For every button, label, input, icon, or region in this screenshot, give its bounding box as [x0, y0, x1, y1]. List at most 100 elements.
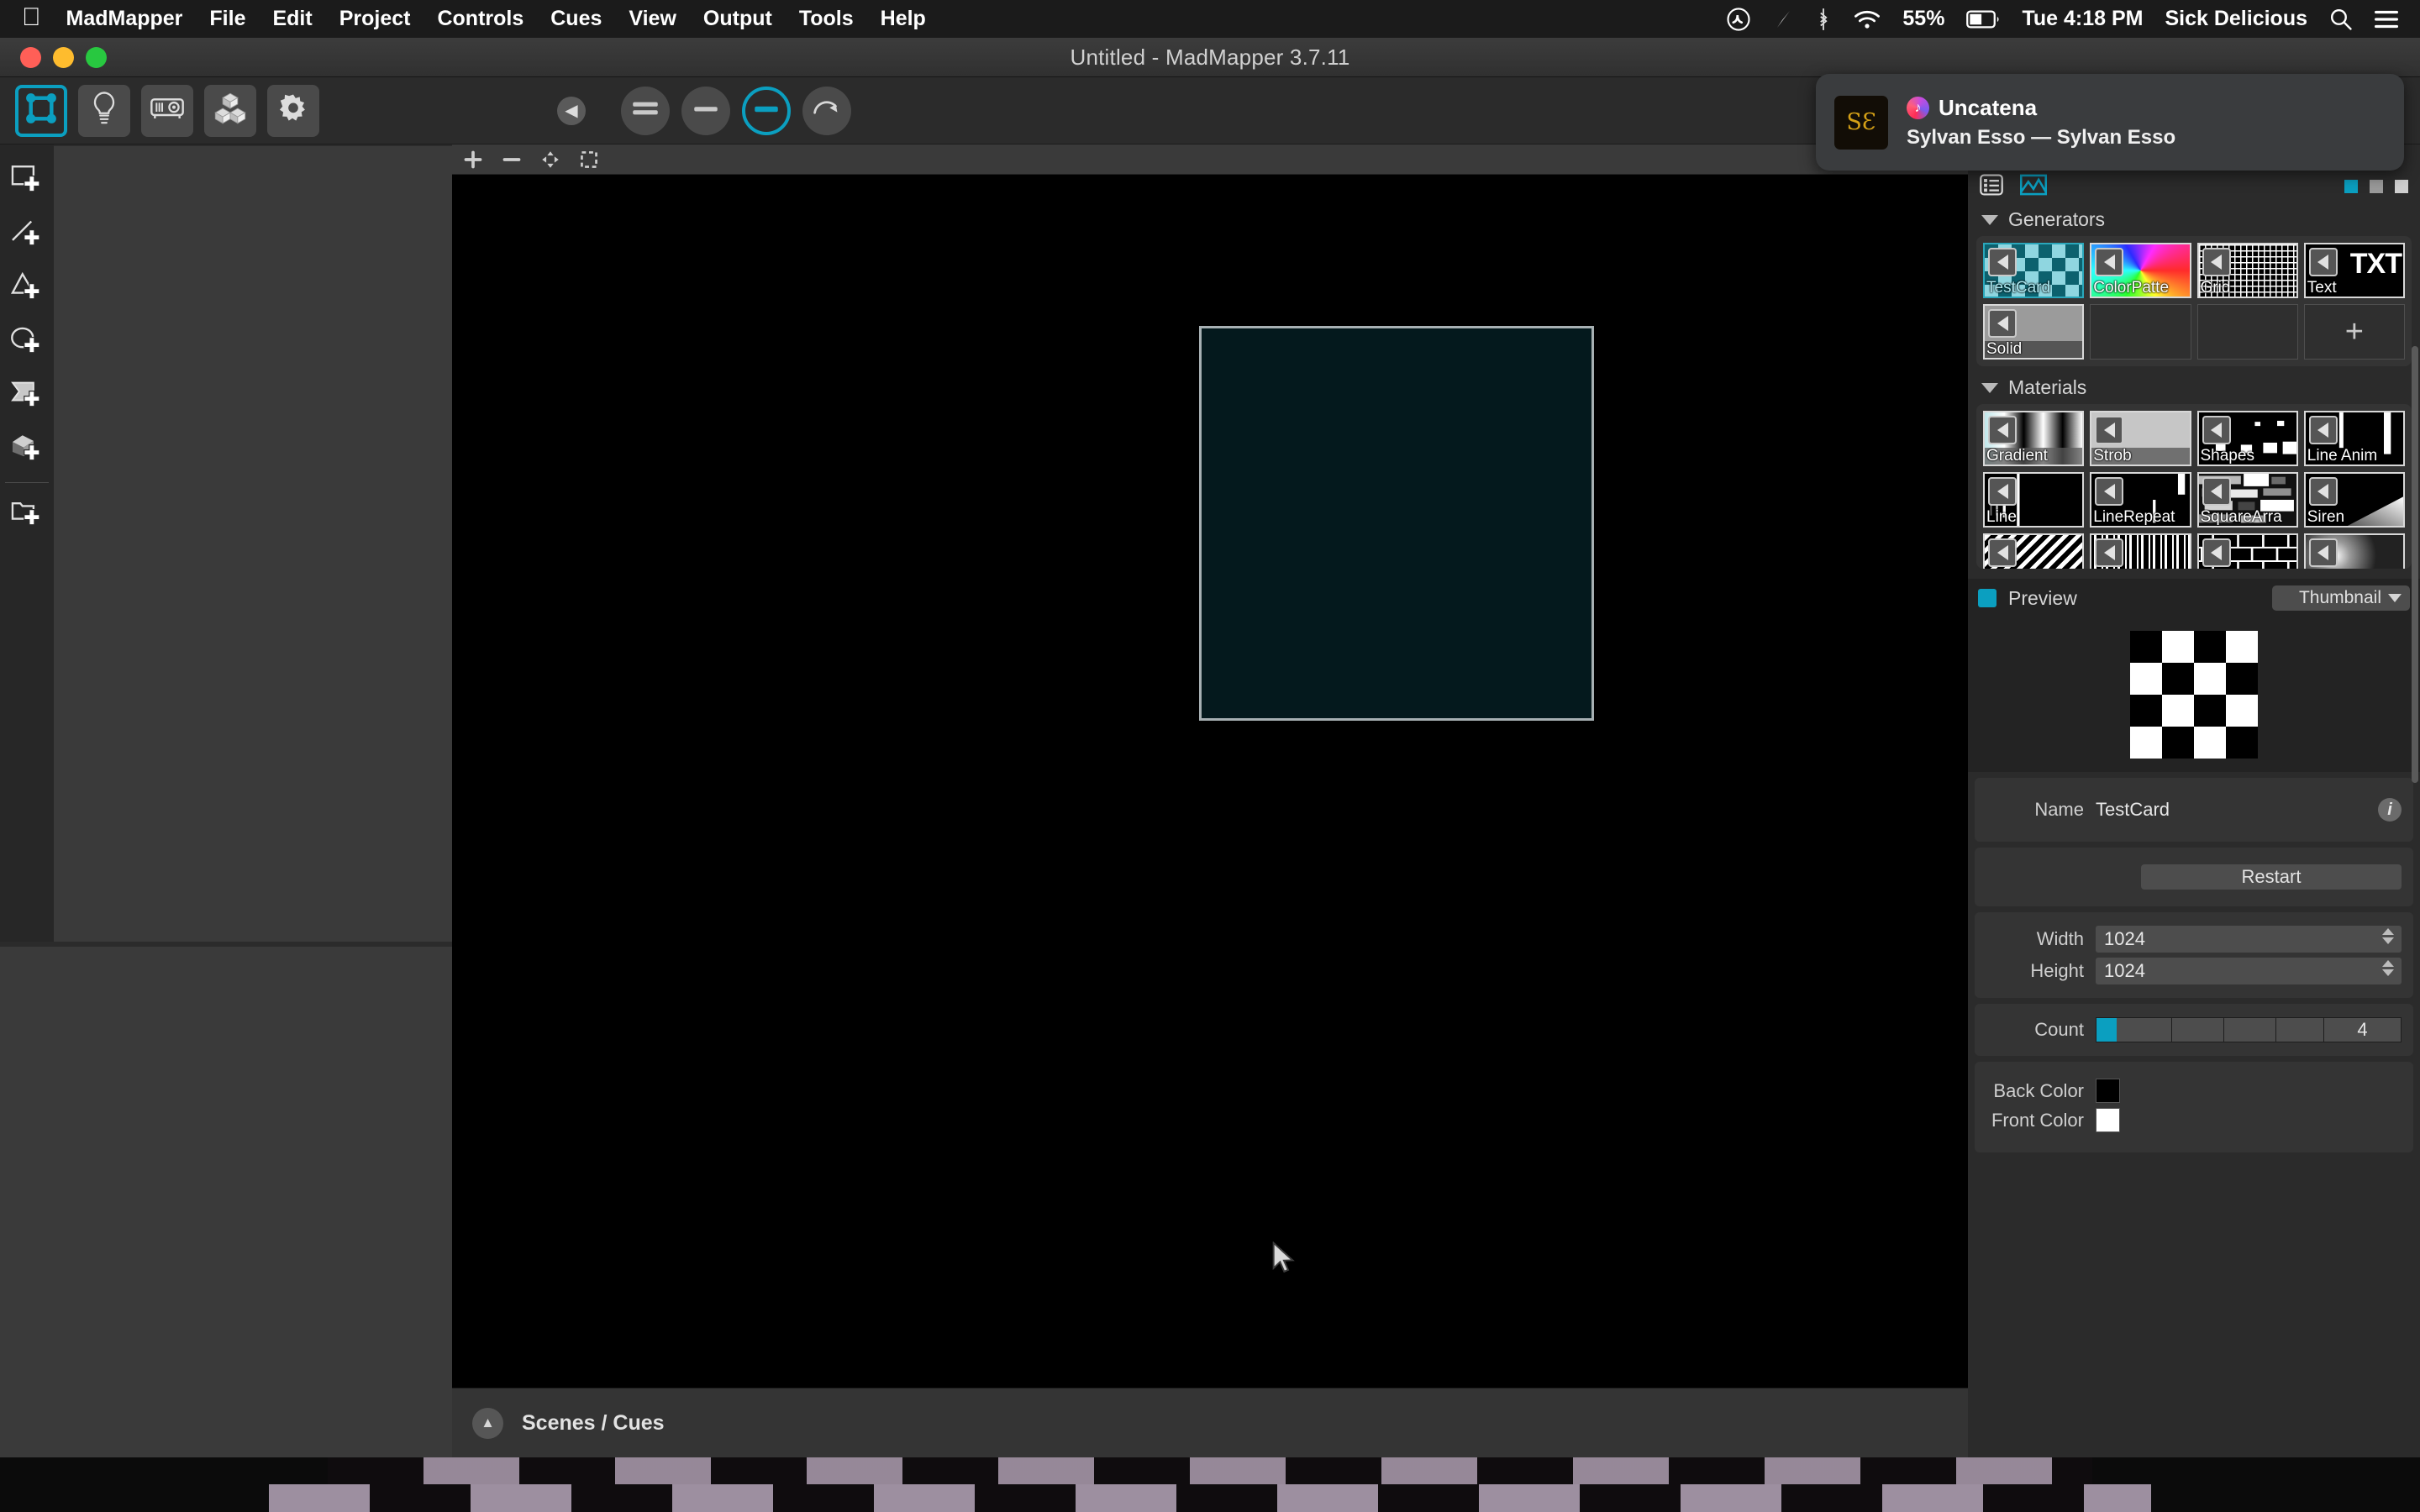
material-tile-barcode[interactable]: Bar Code — [2090, 533, 2191, 569]
menu-item-file[interactable]: File — [209, 7, 245, 31]
count-slider[interactable]: 4 — [2096, 1017, 2402, 1042]
height-stepper[interactable] — [2382, 960, 2394, 976]
front-color-swatch[interactable] — [2096, 1108, 2120, 1132]
generator-tile-grid[interactable]: Grid — [2196, 243, 2298, 298]
material-tile-bricks[interactable]: Bricks — [2196, 533, 2298, 569]
list-view-icon[interactable] — [1980, 173, 2003, 201]
media-library-icon[interactable] — [2019, 173, 2048, 201]
right-panel-scroll[interactable]: Generators TestCard ColorPatte Grid TXT … — [1968, 203, 2420, 1457]
preview-mode-dropdown[interactable]: Thumbnail — [2272, 585, 2410, 611]
add-quad-button[interactable] — [0, 155, 54, 208]
music-notification[interactable]: SƐ ♪ Uncatena Sylvan Esso — Sylvan Esso — [1816, 74, 2404, 171]
width-stepper[interactable] — [2382, 928, 2394, 944]
menu-item-help[interactable]: Help — [881, 7, 926, 31]
menu-item-cues[interactable]: Cues — [550, 7, 602, 31]
apple-logo-icon[interactable]:  — [22, 4, 41, 30]
single-view-button[interactable] — [681, 86, 730, 135]
back-color-swatch[interactable] — [2096, 1079, 2120, 1103]
restart-button[interactable]: Restart — [2141, 864, 2402, 890]
control-center-icon[interactable] — [2375, 9, 2398, 29]
generator-tile-text[interactable]: TXT Text — [2303, 243, 2405, 298]
refresh-button[interactable] — [802, 86, 851, 135]
menu-item-project[interactable]: Project — [339, 7, 411, 31]
menu-user-name[interactable]: Sick Delicious — [2165, 7, 2307, 31]
fit-to-view-button[interactable] — [539, 149, 561, 171]
play-icon[interactable] — [2202, 416, 2231, 444]
battery-icon[interactable] — [1966, 10, 2000, 29]
play-icon[interactable] — [2095, 416, 2124, 444]
lights-mode-button[interactable] — [78, 84, 130, 137]
play-icon[interactable] — [1988, 477, 2017, 506]
play-icon[interactable] — [1988, 538, 2017, 567]
play-icon[interactable] — [2308, 416, 2338, 444]
generators-header[interactable]: Generators — [1976, 203, 2412, 236]
play-icon[interactable] — [2202, 538, 2231, 567]
bluetooth-icon[interactable] — [1815, 7, 1832, 32]
name-value[interactable]: TestCard — [2096, 799, 2170, 821]
play-icon[interactable] — [1988, 416, 2017, 444]
materials-header[interactable]: Materials — [1976, 371, 2412, 404]
add-circle-button[interactable] — [0, 316, 54, 370]
generator-tile-empty[interactable] — [2196, 304, 2298, 360]
generator-tile-testcard[interactable]: TestCard — [1983, 243, 2085, 298]
chevron-left-icon[interactable]: ◀ — [557, 96, 586, 125]
output-view-button[interactable] — [742, 86, 791, 135]
add-mask-button[interactable] — [0, 370, 54, 423]
menu-clock[interactable]: Tue 4:18 PM — [2022, 7, 2143, 31]
play-icon[interactable] — [2095, 248, 2124, 276]
play-icon[interactable] — [1988, 248, 2017, 276]
material-tile-lineanim[interactable]: Line Anim — [2303, 411, 2405, 466]
material-tile-gradient[interactable]: Gradient — [1983, 411, 2085, 466]
menu-item-edit[interactable]: Edit — [272, 7, 312, 31]
scenes-cues-bar[interactable]: ▲ Scenes / Cues — [452, 1388, 1968, 1457]
search-icon[interactable] — [2329, 8, 2353, 31]
projectors-mode-button[interactable] — [141, 84, 193, 137]
generator-tile-solid[interactable]: Solid — [1983, 304, 2085, 360]
count-slider-track[interactable] — [2096, 1017, 2324, 1042]
zoom-out-button[interactable] — [501, 149, 523, 171]
add-triangle-button[interactable] — [0, 262, 54, 316]
preferences-button[interactable] — [267, 84, 319, 137]
material-tile-shapes[interactable]: Shapes — [2196, 411, 2298, 466]
generator-add-tile[interactable]: + — [2303, 304, 2405, 360]
location-arrow-icon[interactable] — [1773, 8, 1793, 30]
width-input[interactable]: 1024 — [2096, 926, 2402, 953]
material-tile-line[interactable]: Line — [1983, 472, 2085, 528]
height-input[interactable]: 1024 — [2096, 958, 2402, 984]
surface-quad[interactable] — [1199, 326, 1594, 721]
surfaces-mode-button[interactable] — [15, 84, 67, 137]
play-icon[interactable] — [1988, 309, 2017, 338]
add-line-button[interactable] — [0, 208, 54, 262]
add-group-button[interactable] — [0, 488, 54, 542]
menu-app-name[interactable]: MadMapper — [66, 7, 183, 31]
right-panel-scrollbar[interactable] — [2412, 346, 2418, 783]
info-icon[interactable]: i — [2378, 798, 2402, 822]
chevron-up-icon[interactable]: ▲ — [472, 1407, 503, 1439]
material-tile-dunes[interactable]: Dunes — [1983, 533, 2085, 569]
cloud-sync-icon[interactable] — [1726, 7, 1751, 32]
menu-item-view[interactable]: View — [629, 7, 676, 31]
generator-tile-empty[interactable] — [2090, 304, 2191, 360]
material-tile-siren[interactable]: Siren — [2303, 472, 2405, 528]
modules-mode-button[interactable] — [204, 84, 256, 137]
menu-item-output[interactable]: Output — [703, 7, 772, 31]
menu-item-tools[interactable]: Tools — [799, 7, 854, 31]
add-volume-button[interactable] — [0, 423, 54, 477]
play-icon[interactable] — [2095, 538, 2124, 567]
mapping-canvas[interactable] — [452, 175, 1968, 1388]
selection-box-button[interactable] — [578, 149, 600, 171]
menu-item-controls[interactable]: Controls — [437, 7, 523, 31]
material-tile-linerepeat[interactable]: LineRepeat — [2090, 472, 2191, 528]
generator-tile-colorpalette[interactable]: ColorPatte — [2090, 243, 2191, 298]
play-icon[interactable] — [2095, 477, 2124, 506]
play-icon[interactable] — [2202, 477, 2231, 506]
play-icon[interactable] — [2308, 477, 2338, 506]
material-tile-strob[interactable]: Strob — [2090, 411, 2191, 466]
count-value[interactable]: 4 — [2324, 1017, 2402, 1042]
surfaces-list-panel[interactable] — [54, 146, 452, 942]
zoom-in-button[interactable] — [462, 149, 484, 171]
play-icon[interactable] — [2308, 538, 2338, 567]
left-lower-panel[interactable] — [0, 947, 452, 1457]
wifi-icon[interactable] — [1854, 8, 1881, 30]
play-icon[interactable] — [2308, 248, 2338, 276]
